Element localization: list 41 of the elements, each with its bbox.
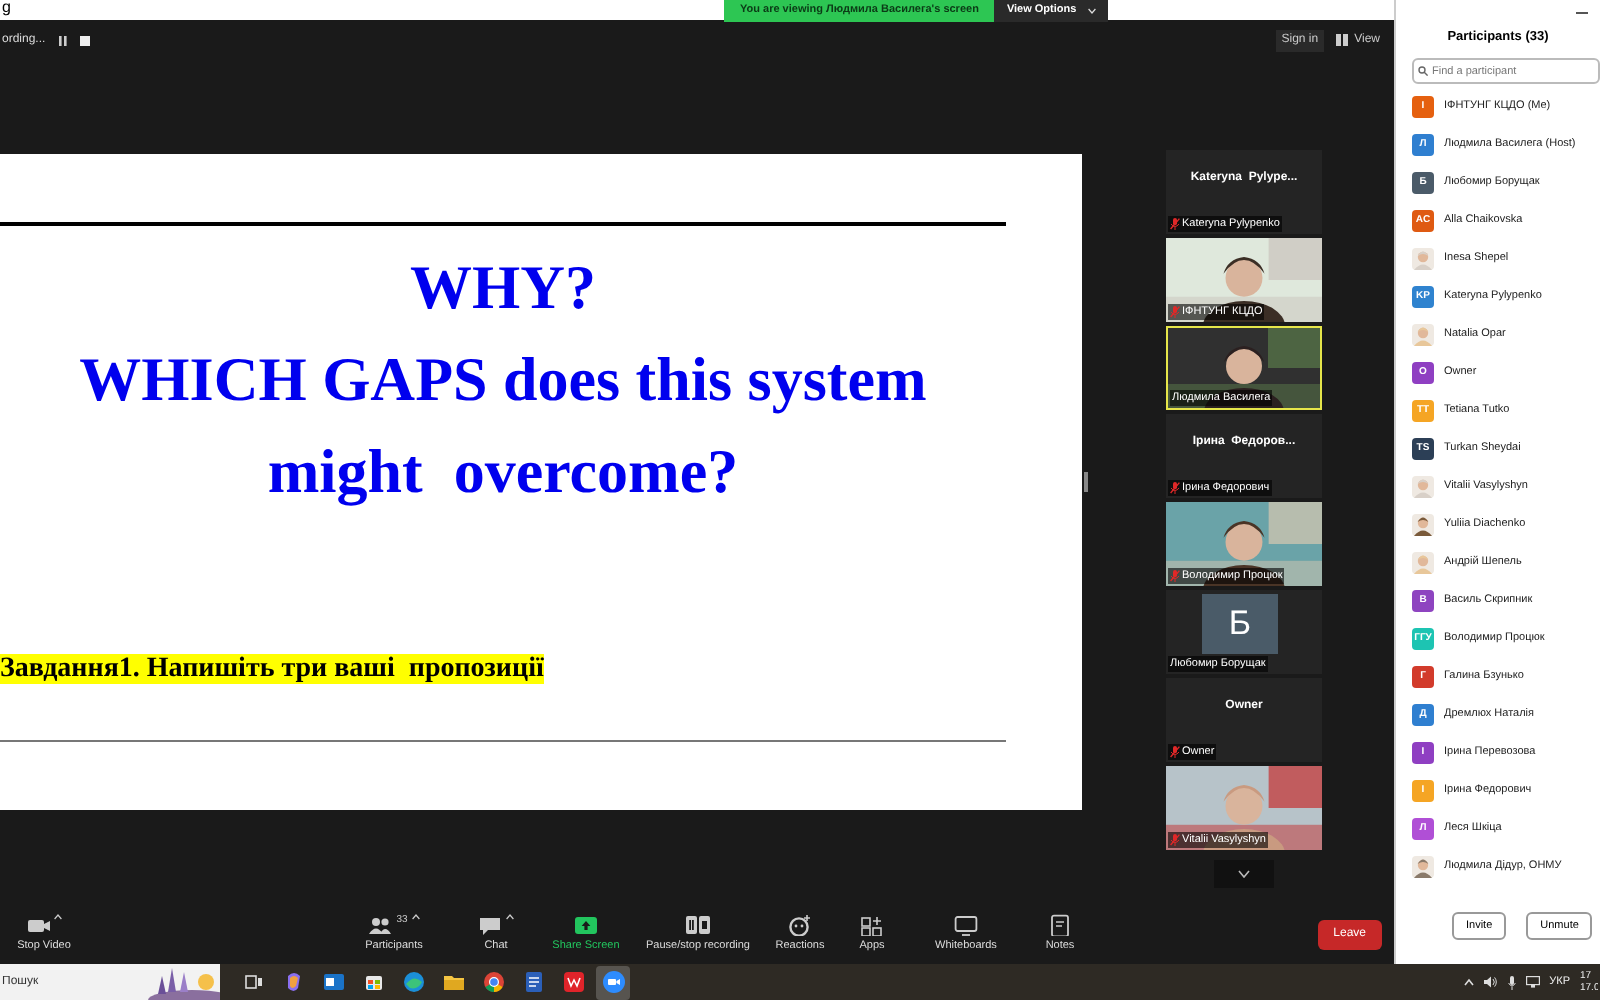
- app-tile-icon: [561, 970, 585, 994]
- avatar: Б: [1202, 594, 1278, 654]
- muted-mic-icon: [1170, 745, 1180, 758]
- microphone-icon[interactable]: [1507, 975, 1516, 989]
- window-icon: [241, 970, 265, 994]
- taskbar-app-button[interactable]: [596, 965, 630, 999]
- slide-title-line: might overcome?: [267, 434, 739, 510]
- apps-icon: [860, 913, 884, 936]
- share-screen-icon: [574, 913, 598, 936]
- whiteboard-icon: [954, 913, 978, 936]
- task-text: Завдання1. Напишіть три ваші пропозиції: [0, 654, 544, 684]
- people-icon: [368, 913, 393, 936]
- resize-handle[interactable]: [1084, 472, 1088, 492]
- stop-icon[interactable]: [79, 35, 90, 45]
- caret-icon: [1088, 8, 1097, 14]
- caret-icon[interactable]: [506, 913, 514, 920]
- slide-title-line: WHICH GAPS does this system: [79, 342, 927, 418]
- network-icon[interactable]: [1525, 976, 1540, 988]
- notes-icon: [1048, 913, 1072, 936]
- ring-icon: [481, 970, 505, 994]
- caret-icon[interactable]: [54, 913, 62, 920]
- caret-icon[interactable]: [411, 913, 420, 920]
- smiley-plus-icon: [788, 913, 812, 936]
- document-icon: [521, 970, 545, 994]
- chevron-down-icon: [1238, 870, 1250, 878]
- video-camera-icon: [601, 970, 625, 994]
- chevron-up-icon[interactable]: [1463, 978, 1474, 986]
- slide-title-line: WHY?: [410, 250, 596, 326]
- muted-mic-icon: [1170, 569, 1180, 582]
- window-title: g: [0, 0, 11, 16]
- speaker-icon[interactable]: [1483, 976, 1498, 988]
- search-icon: [1418, 66, 1428, 76]
- folder-icon: [441, 970, 465, 994]
- pause-icon[interactable]: [57, 35, 68, 45]
- muted-mic-icon: [1170, 305, 1180, 318]
- pause-stop-icon: [686, 913, 710, 936]
- muted-mic-icon: [1170, 833, 1180, 846]
- muted-mic-icon: [1170, 217, 1180, 230]
- chat-bubble-icon: [478, 913, 502, 936]
- muted-mic-icon: [1170, 481, 1180, 494]
- mail-icon: [321, 970, 345, 994]
